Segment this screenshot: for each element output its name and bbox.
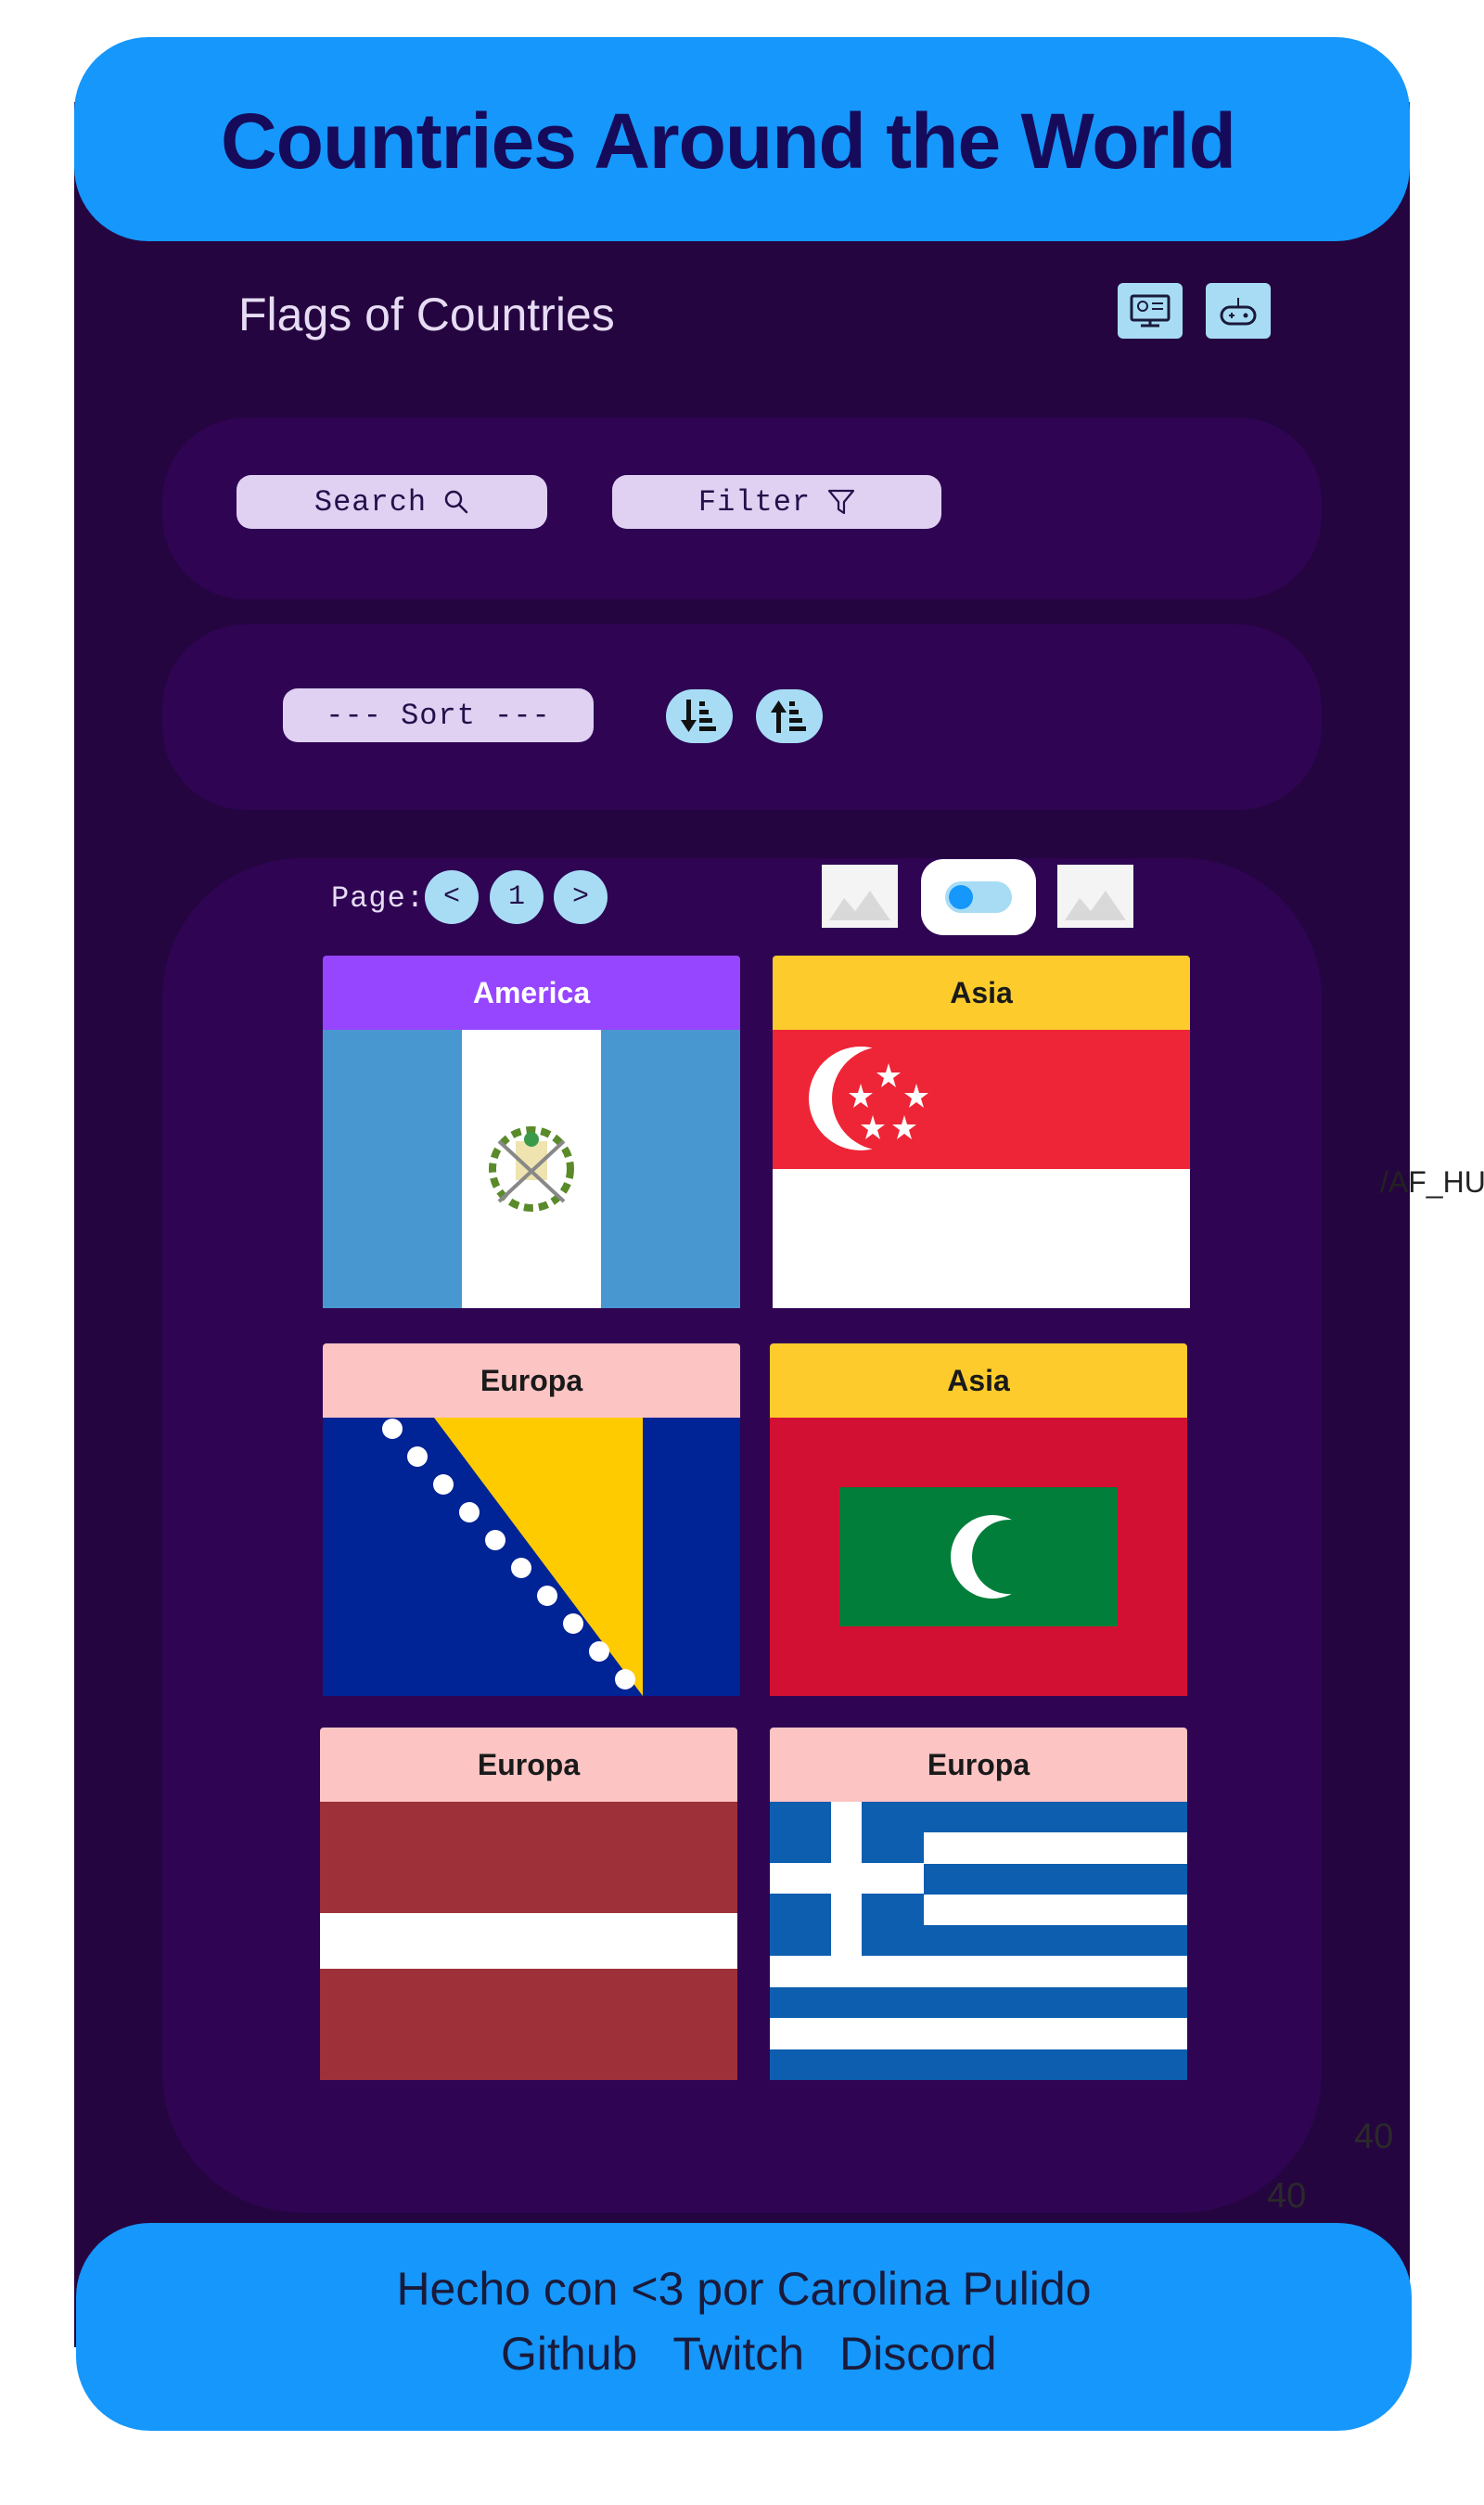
flag-singapore: [773, 1030, 1190, 1308]
image-placeholder-icon: [1065, 891, 1126, 920]
stray-text: /AF_HU: [1380, 1165, 1484, 1199]
flag-bosnia: [323, 1418, 740, 1696]
ghost-number: 40: [1267, 2177, 1307, 2216]
flag-guatemala: [323, 1030, 740, 1308]
sort-ascending-button[interactable]: [756, 689, 823, 743]
twitch-link[interactable]: Twitch: [672, 2327, 804, 2381]
sort-descending-button[interactable]: [666, 689, 733, 743]
github-link[interactable]: Github: [501, 2327, 637, 2381]
sort-label: --- Sort ---: [326, 698, 551, 733]
region-label: Europa: [320, 1728, 737, 1802]
monitor-button[interactable]: [1118, 283, 1183, 339]
region-label: Asia: [770, 1343, 1187, 1418]
footer-links: Github Twitch Discord: [501, 2327, 997, 2381]
country-card[interactable]: Europa: [323, 1343, 740, 1696]
sort-descending-icon: [681, 700, 716, 732]
page-label: Page:: [331, 881, 426, 916]
country-card[interactable]: America: [323, 956, 740, 1308]
toggle-track: [945, 881, 1012, 913]
toggle-knob: [949, 885, 973, 909]
flag-maldives: [770, 1418, 1187, 1696]
filter-icon: [828, 489, 855, 515]
country-card[interactable]: Asia: [770, 1343, 1187, 1696]
region-label: Europa: [770, 1728, 1187, 1802]
page-title: Countries Around the World: [221, 97, 1236, 185]
region-label: Asia: [773, 956, 1190, 1030]
flag-latvia: [320, 1802, 737, 2080]
gamepad-button[interactable]: [1206, 283, 1271, 339]
region-label: Europa: [323, 1343, 740, 1418]
sort-select[interactable]: --- Sort ---: [283, 688, 594, 742]
region-label: America: [323, 956, 740, 1030]
image-placeholder-icon: [829, 891, 890, 920]
view-toggle[interactable]: [921, 859, 1036, 935]
flag-greece: [770, 1802, 1187, 2080]
ghost-number: 40: [1354, 2117, 1394, 2156]
current-page-button[interactable]: 1: [490, 870, 544, 924]
filter-button[interactable]: Filter: [612, 475, 941, 529]
page-header: Countries Around the World: [74, 37, 1410, 241]
footer-credit: Hecho con <3 por Carolina Pulido: [396, 2263, 1092, 2315]
search-button[interactable]: Search: [237, 475, 547, 529]
search-icon: [444, 490, 468, 514]
next-page-button[interactable]: >: [554, 870, 608, 924]
country-card[interactable]: Europa: [770, 1728, 1187, 2080]
discord-link[interactable]: Discord: [839, 2327, 996, 2381]
sort-ascending-icon: [771, 700, 806, 733]
country-card[interactable]: Europa: [320, 1728, 737, 2080]
monitor-icon: [1130, 294, 1171, 328]
filter-label: Filter: [697, 484, 812, 520]
gallery-view-button[interactable]: [1057, 865, 1133, 928]
prev-page-button[interactable]: <: [425, 870, 479, 924]
search-label: Search: [313, 484, 428, 520]
gamepad-icon: [1220, 298, 1257, 326]
country-card[interactable]: Asia: [773, 956, 1190, 1308]
image-view-button[interactable]: [822, 865, 898, 928]
section-title: Flags of Countries: [238, 289, 615, 340]
page-footer: Hecho con <3 por Carolina Pulido Github …: [76, 2223, 1412, 2431]
